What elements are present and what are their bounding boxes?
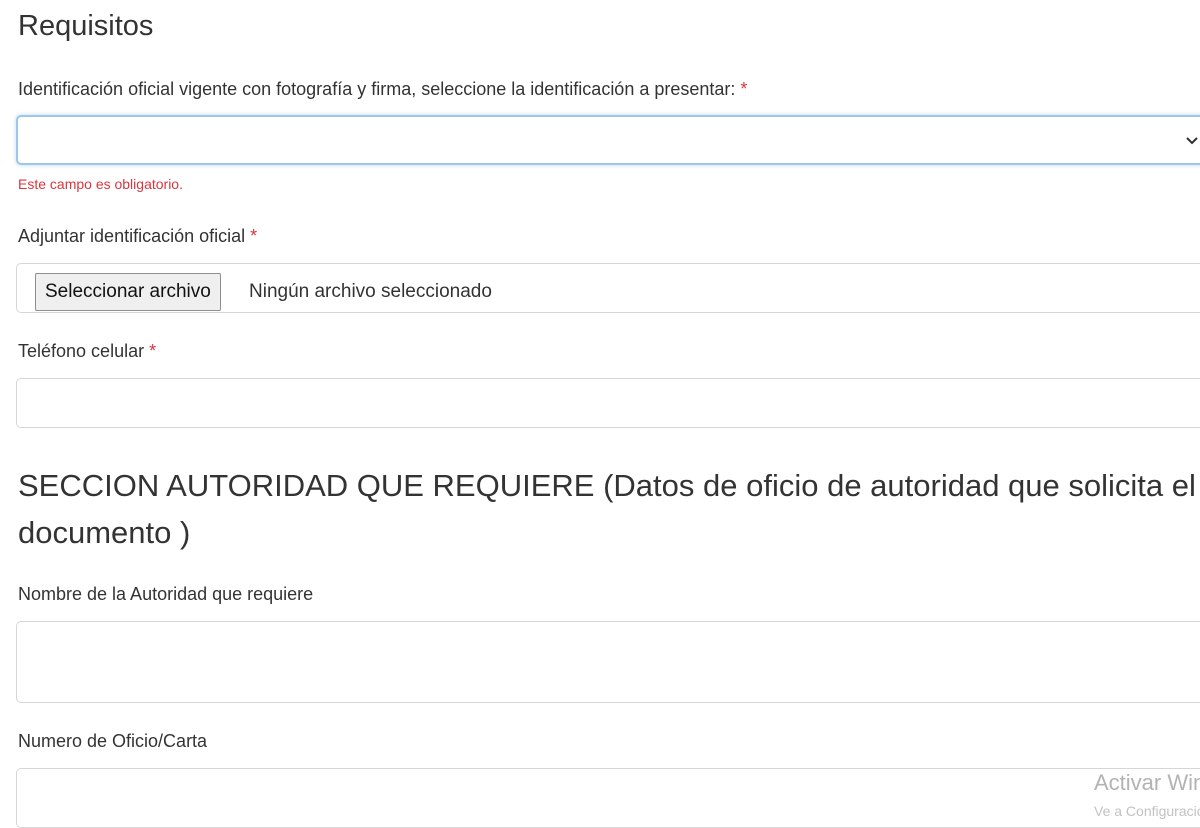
required-asterisk: * bbox=[250, 226, 258, 246]
adjuntar-label: Adjuntar identificación oficial * bbox=[18, 226, 257, 247]
required-asterisk: * bbox=[740, 79, 748, 99]
chevron-down-icon bbox=[1186, 137, 1198, 145]
activate-windows-watermark: Activar Windows bbox=[1094, 770, 1200, 795]
numero-oficio-input[interactable] bbox=[16, 768, 1200, 828]
adjuntar-label-text: Adjuntar identificación oficial bbox=[18, 226, 246, 246]
identificacion-error-message: Este campo es obligatorio. bbox=[18, 176, 183, 192]
identificacion-select[interactable] bbox=[16, 115, 1200, 165]
required-asterisk: * bbox=[149, 341, 157, 361]
section-title-requisitos: Requisitos bbox=[18, 10, 154, 42]
nombre-autoridad-textarea[interactable] bbox=[16, 621, 1200, 703]
nombre-autoridad-label: Nombre de la Autoridad que requiere bbox=[18, 584, 314, 604]
telefono-label: Teléfono celular * bbox=[18, 341, 156, 362]
identificacion-label: Identificación oficial vigente con fotog… bbox=[18, 79, 747, 100]
numero-oficio-label: Numero de Oficio/Carta bbox=[18, 731, 208, 751]
adjuntar-file-input: Seleccionar archivo Ningún archivo selec… bbox=[16, 263, 1200, 313]
section-title-autoridad: SECCION AUTORIDAD QUE REQUIERE (Datos de… bbox=[18, 468, 1196, 550]
file-status-text: Ningún archivo seleccionado bbox=[249, 281, 492, 302]
telefono-label-text: Teléfono celular bbox=[18, 341, 145, 361]
select-file-button[interactable]: Seleccionar archivo bbox=[35, 273, 221, 311]
telefono-input[interactable] bbox=[16, 378, 1200, 428]
identificacion-label-text: Identificación oficial vigente con fotog… bbox=[18, 79, 736, 99]
form-page: Requisitos Identificación oficial vigent… bbox=[0, 0, 1200, 828]
